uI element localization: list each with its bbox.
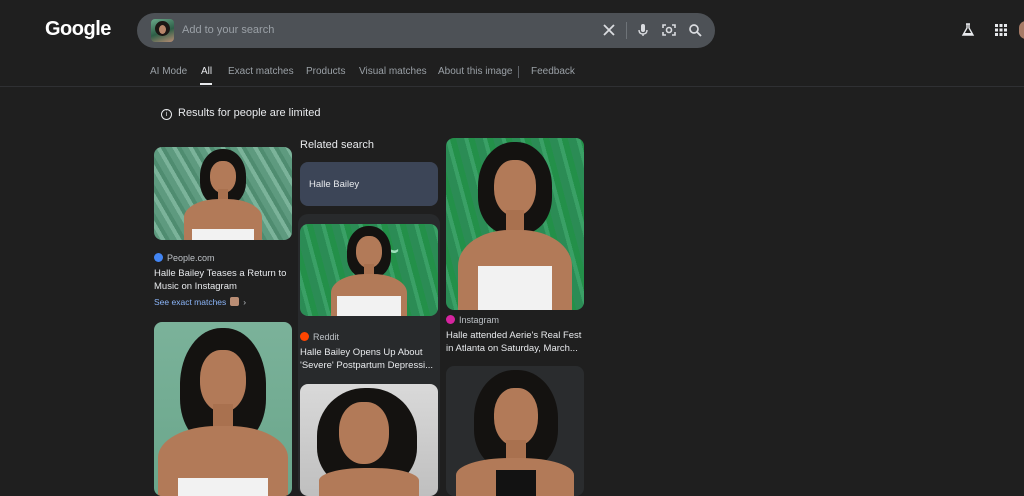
people-results-notice: i Results for people are limited <box>161 107 320 120</box>
tab-separator <box>518 66 519 78</box>
see-exact-matches-link[interactable]: See exact matches › <box>154 297 246 307</box>
microphone-icon[interactable] <box>634 21 652 39</box>
labs-flask-icon[interactable] <box>960 22 976 38</box>
result-image-instagram[interactable] <box>446 138 584 310</box>
result-source-instagram[interactable]: Instagram <box>446 315 499 325</box>
search-tabs: AI Mode All Exact matches Products Visua… <box>0 66 1024 84</box>
result-title-instagram[interactable]: Halle attended Aerie's Real Fest in Atla… <box>446 329 586 355</box>
reddit-favicon <box>300 332 309 341</box>
related-search-chip[interactable]: Halle Bailey <box>300 162 438 206</box>
result-image-3[interactable] <box>300 384 438 496</box>
result-title-reddit[interactable]: Halle Bailey Opens Up About 'Severe' Pos… <box>300 346 440 372</box>
result-source-reddit[interactable]: Reddit <box>300 332 339 342</box>
tab-ai-mode[interactable]: AI Mode <box>150 66 187 77</box>
tab-feedback[interactable]: Feedback <box>531 66 575 77</box>
google-logo[interactable]: Google <box>45 18 111 41</box>
result-image-people[interactable] <box>154 147 292 240</box>
instagram-favicon <box>446 315 455 324</box>
tab-products[interactable]: Products <box>306 66 345 77</box>
search-bar[interactable]: Add to your search <box>137 13 715 48</box>
apps-grid-icon[interactable] <box>993 22 1009 38</box>
search-input[interactable]: Add to your search <box>182 24 274 36</box>
query-image-thumbnail[interactable] <box>151 19 174 42</box>
lens-icon[interactable] <box>660 21 678 39</box>
tab-visual-matches[interactable]: Visual matches <box>359 66 427 77</box>
search-icon[interactable] <box>686 21 704 39</box>
active-tab-indicator <box>200 83 212 85</box>
info-icon[interactable]: i <box>161 109 172 120</box>
result-title-people[interactable]: Halle Bailey Teases a Return to Music on… <box>154 267 294 293</box>
account-avatar[interactable] <box>1019 21 1024 39</box>
people-favicon <box>154 253 163 262</box>
tab-about-this-image[interactable]: About this image <box>438 66 513 77</box>
tab-all[interactable]: All <box>201 66 212 77</box>
related-search-heading: Related search <box>300 139 374 151</box>
result-image-2[interactable] <box>154 322 292 496</box>
clear-icon[interactable] <box>600 21 618 39</box>
result-source-people[interactable]: People.com <box>154 253 215 263</box>
tab-exact-matches[interactable]: Exact matches <box>228 66 294 77</box>
exact-match-thumbnail <box>230 297 240 306</box>
result-image-reddit[interactable]: ~ <box>300 224 438 316</box>
search-divider <box>626 22 627 39</box>
chevron-right-icon: › <box>243 297 247 307</box>
result-image-4[interactable] <box>446 366 584 496</box>
header-divider <box>0 86 1024 87</box>
